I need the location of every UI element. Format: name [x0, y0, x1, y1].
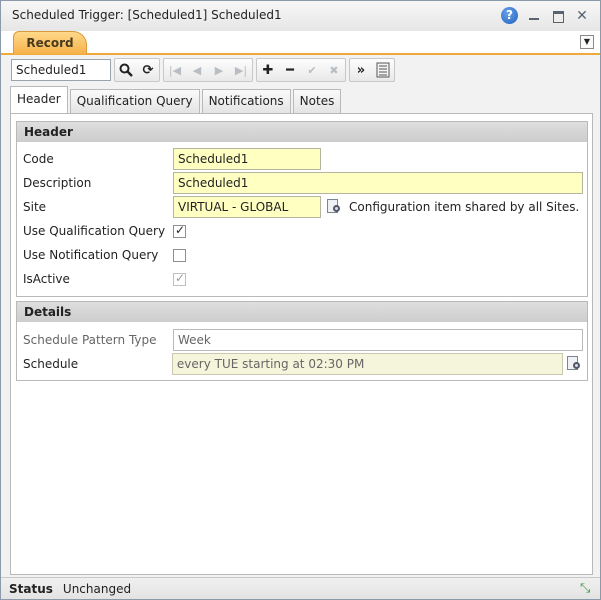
last-record-icon[interactable]: ▶|	[230, 59, 252, 81]
is-active-label: IsActive	[23, 272, 70, 286]
refresh-icon[interactable]: ⟳	[137, 59, 159, 81]
schedule-label: Schedule	[23, 357, 79, 371]
cancel-icon[interactable]: ✖	[323, 59, 345, 81]
is-active-checkbox	[173, 271, 186, 286]
delete-icon[interactable]: ━	[279, 59, 301, 81]
schedule-field: every TUE starting at 02:30 PM	[171, 353, 564, 375]
site-field[interactable]: VIRTUAL - GLOBAL	[173, 196, 321, 218]
use-qualification-query-row: Use Qualification Query	[23, 220, 583, 242]
code-label: Code	[23, 152, 54, 166]
tab-notifications[interactable]: Notifications	[201, 89, 291, 113]
use-notification-query-checkbox[interactable]	[173, 248, 186, 262]
save-check-icon[interactable]: ✔	[301, 59, 323, 81]
code-row: Code Scheduled1	[23, 148, 583, 170]
description-label: Description	[23, 176, 92, 190]
header-section: Header Code Scheduled1 Description Sched…	[16, 121, 588, 297]
description-field[interactable]: Scheduled1	[173, 172, 583, 194]
search-icon[interactable]	[115, 59, 137, 81]
tab-content: Header Code Scheduled1 Description Sched…	[10, 113, 593, 575]
tab-qualification-query[interactable]: Qualification Query	[69, 89, 200, 113]
schedule-row: Schedule every TUE starting at 02:30 PM	[23, 353, 583, 375]
site-row: Site VIRTUAL - GLOBAL Configuration item…	[23, 196, 583, 218]
next-record-icon[interactable]: ▶	[208, 59, 230, 81]
status-value: Unchanged	[62, 581, 132, 596]
details-section: Details Schedule Pattern Type Week Sched…	[16, 301, 588, 381]
record-tab[interactable]: Record	[13, 31, 87, 54]
schedule-pattern-type-field: Week	[173, 329, 583, 351]
site-label: Site	[23, 200, 47, 214]
toolbar: ⟳ |◀ ◀ ▶ ▶| ✚ ━ ✔ ✖ »	[11, 57, 401, 83]
record-search-input[interactable]	[11, 59, 111, 81]
schedule-pattern-type-row: Schedule Pattern Type Week	[23, 329, 583, 351]
is-active-row: IsActive	[23, 268, 583, 290]
extra-group: »	[349, 58, 395, 82]
more-actions-icon[interactable]: »	[350, 59, 372, 81]
edit-group: ✚ ━ ✔ ✖	[256, 58, 346, 82]
use-qualification-query-label: Use Qualification Query	[23, 224, 166, 238]
site-hint: Configuration item shared by all Sites.	[349, 200, 580, 214]
tab-strip: Header Qualification Query Notifications…	[10, 86, 343, 113]
first-record-icon[interactable]: |◀	[164, 59, 186, 81]
description-row: Description Scheduled1	[23, 172, 583, 194]
help-icon[interactable]: ?	[501, 7, 518, 24]
use-notification-query-row: Use Notification Query	[23, 244, 583, 266]
schedule-edit-icon[interactable]	[565, 355, 583, 373]
window-title: Scheduled Trigger: [Scheduled1] Schedule…	[12, 8, 282, 22]
previous-record-icon[interactable]: ◀	[186, 59, 208, 81]
window-controls: ? ✕	[501, 7, 590, 24]
navigation-group: |◀ ◀ ▶ ▶|	[163, 58, 253, 82]
status-bar: Status Unchanged ⤡	[1, 577, 600, 599]
resize-grip-icon[interactable]: ⤡	[580, 581, 596, 597]
collapse-toggle-icon[interactable]: ▼	[580, 35, 594, 49]
status-label: Status	[9, 581, 53, 596]
search-group: ⟳	[114, 58, 160, 82]
close-icon[interactable]: ✕	[574, 8, 590, 24]
use-notification-query-label: Use Notification Query	[23, 248, 159, 262]
site-lookup-icon[interactable]	[325, 198, 343, 216]
maximize-icon[interactable]	[550, 8, 566, 24]
tab-header[interactable]: Header	[10, 86, 68, 113]
schedule-pattern-type-label: Schedule Pattern Type	[23, 333, 157, 347]
record-strip: Record ▼	[1, 31, 600, 55]
scheduled-trigger-window: Scheduled Trigger: [Scheduled1] Schedule…	[0, 0, 601, 600]
tab-notes[interactable]: Notes	[292, 89, 342, 113]
add-icon[interactable]: ✚	[257, 59, 279, 81]
use-qualification-query-checkbox[interactable]	[173, 223, 186, 238]
details-section-title: Details	[17, 302, 587, 322]
list-view-icon[interactable]	[372, 59, 394, 81]
header-section-title: Header	[17, 122, 587, 142]
minimize-icon[interactable]	[526, 8, 542, 24]
title-bar: Scheduled Trigger: [Scheduled1] Schedule…	[1, 1, 600, 31]
code-field[interactable]: Scheduled1	[173, 148, 321, 170]
